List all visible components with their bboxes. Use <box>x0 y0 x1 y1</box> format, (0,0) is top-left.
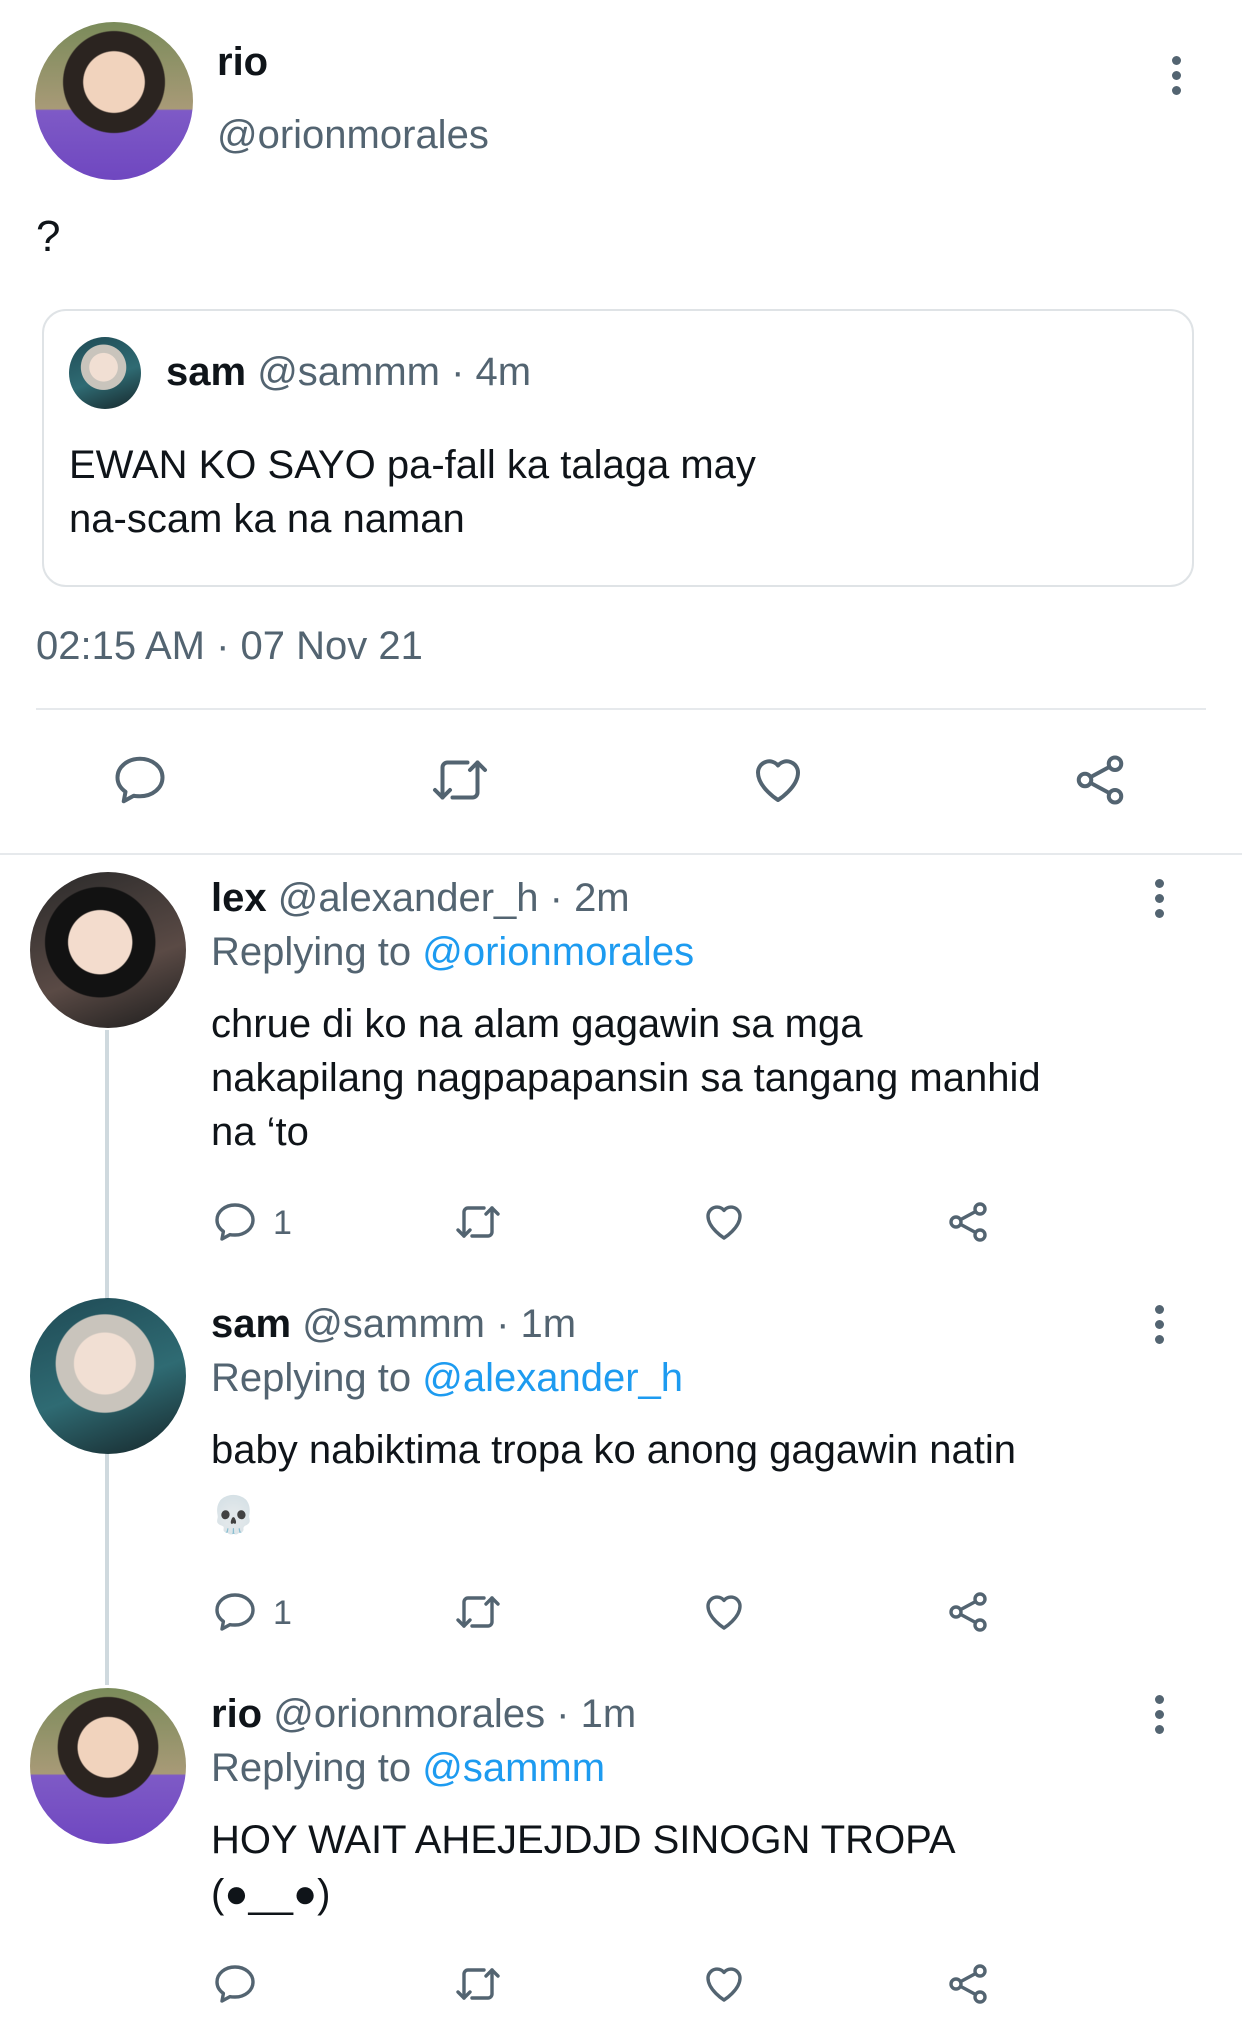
reply-meta: @sammm · 1m <box>302 1302 577 1346</box>
divider <box>0 853 1242 855</box>
replying-to: Replying to @alexander_h <box>211 1356 683 1401</box>
quoted-display-name: sam <box>166 350 247 394</box>
replying-prefix: Replying to <box>211 930 412 974</box>
more-icon[interactable] <box>1155 1305 1165 1350</box>
share-icon[interactable] <box>944 1960 992 2008</box>
reply-count: 1 <box>273 1204 292 1242</box>
replying-to: Replying to @sammm <box>211 1746 605 1791</box>
reply-text-line: nakapilang nagpapapansin sa tangang manh… <box>211 1056 1041 1100</box>
share-icon[interactable] <box>944 1198 992 1246</box>
reply-icon[interactable] <box>211 1198 259 1246</box>
more-icon[interactable] <box>1155 1695 1165 1740</box>
share-icon[interactable] <box>944 1588 992 1636</box>
replying-prefix: Replying to <box>211 1356 412 1400</box>
reply-display-name[interactable]: rio <box>211 1692 262 1736</box>
reply-icon[interactable] <box>110 750 170 810</box>
tweet-text: ? <box>36 212 61 261</box>
reply-header: lex @alexander_h · 2m <box>211 876 630 921</box>
retweet-icon[interactable] <box>452 1960 504 2008</box>
reply-meta: @alexander_h · 2m <box>277 876 630 920</box>
retweet-icon[interactable] <box>428 750 492 810</box>
replying-to-link[interactable]: @alexander_h <box>422 1356 683 1400</box>
quoted-text-line: EWAN KO SAYO pa-fall ka talaga may <box>69 443 756 487</box>
reply-icon[interactable] <box>211 1588 259 1636</box>
quoted-avatar <box>69 337 141 409</box>
like-icon[interactable] <box>700 1588 748 1636</box>
replying-to-link[interactable]: @sammm <box>422 1746 605 1790</box>
more-icon[interactable] <box>1172 56 1182 101</box>
reply-text-line: chrue di ko na alam gagawin sa mga <box>211 1002 863 1046</box>
reply-count: 1 <box>273 1594 292 1632</box>
author-display-name[interactable]: rio <box>217 40 268 85</box>
quoted-text-line: na-scam ka na naman <box>69 497 465 541</box>
reply-icon[interactable] <box>211 1960 259 2008</box>
reply-display-name[interactable]: lex <box>211 876 267 920</box>
more-icon[interactable] <box>1155 879 1165 924</box>
reply-text-line: na ‘to <box>211 1110 309 1154</box>
avatar[interactable] <box>30 872 186 1028</box>
avatar[interactable] <box>30 1688 186 1844</box>
reply-text-line: HOY WAIT AHEJEJDJD SINOGN TROPA <box>211 1818 956 1862</box>
retweet-icon[interactable] <box>452 1198 504 1246</box>
quoted-header: sam @sammm · 4m <box>166 350 531 395</box>
avatar[interactable] <box>35 22 193 180</box>
replying-to-link[interactable]: @orionmorales <box>422 930 694 974</box>
divider <box>36 708 1206 710</box>
share-icon[interactable] <box>1070 750 1130 810</box>
author-handle[interactable]: @orionmorales <box>217 113 489 158</box>
retweet-icon[interactable] <box>452 1588 504 1636</box>
avatar[interactable] <box>30 1298 186 1454</box>
like-icon[interactable] <box>700 1960 748 2008</box>
reply-text-line: baby nabiktima tropa ko anong gagawin na… <box>211 1428 1016 1472</box>
like-icon[interactable] <box>748 750 808 810</box>
replying-to: Replying to @orionmorales <box>211 930 694 975</box>
reply-display-name[interactable]: sam <box>211 1302 291 1346</box>
reply-text-line: (●__●) <box>211 1872 331 1916</box>
tweet-timestamp: 02:15 AM · 07 Nov 21 <box>36 624 423 668</box>
reply-meta: @orionmorales · 1m <box>273 1692 637 1736</box>
reply-header: rio @orionmorales · 1m <box>211 1692 636 1737</box>
like-icon[interactable] <box>700 1198 748 1246</box>
skull-emoji: 💀 <box>211 1494 256 1535</box>
reply-header: sam @sammm · 1m <box>211 1302 576 1347</box>
replying-prefix: Replying to <box>211 1746 412 1790</box>
quoted-meta: @sammm · 4m <box>257 350 532 394</box>
